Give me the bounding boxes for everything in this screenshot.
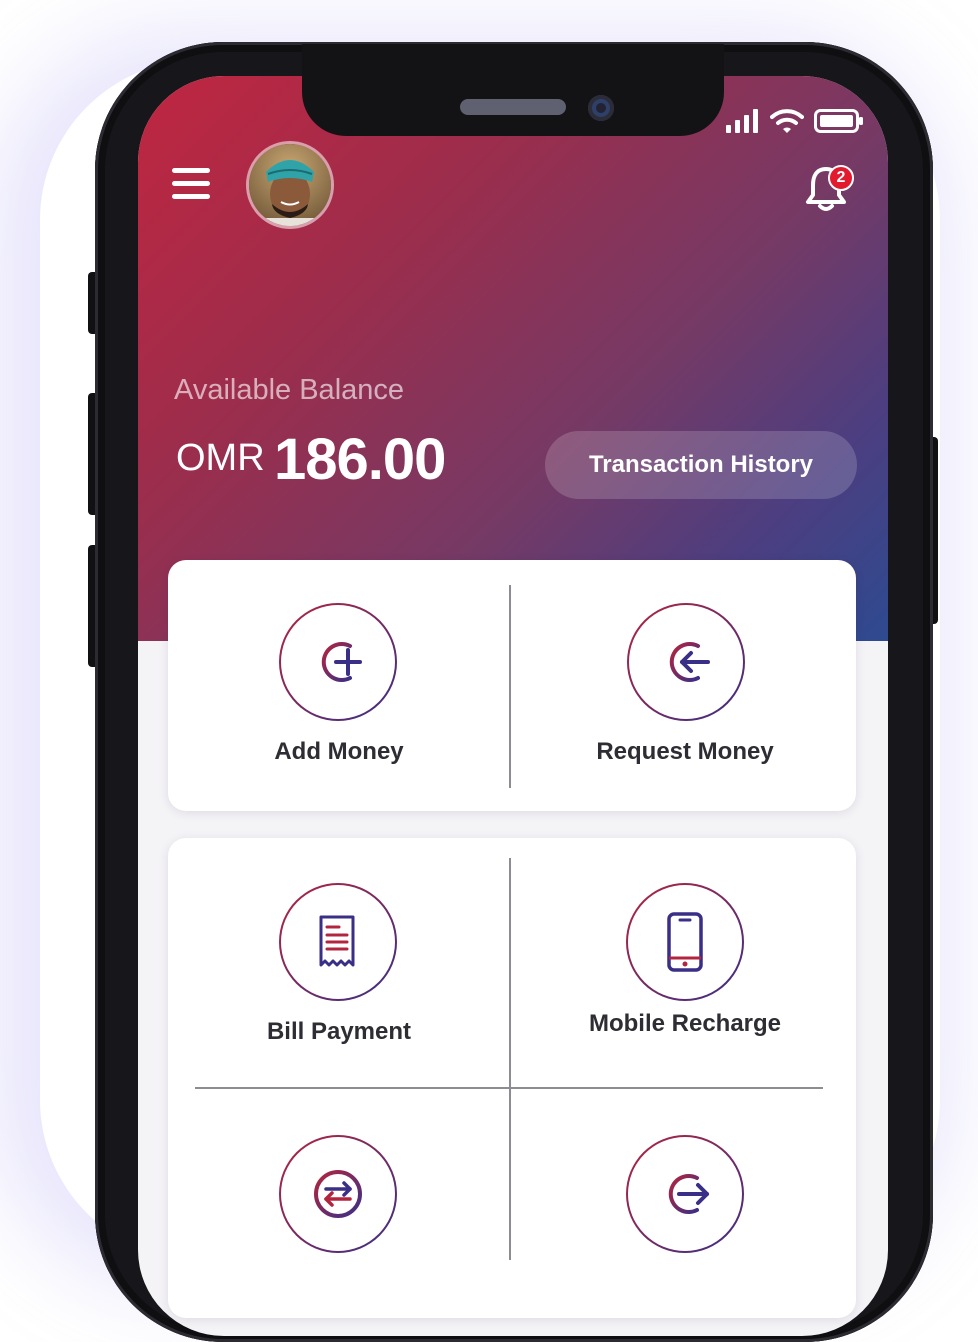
signal-icon [726, 109, 758, 133]
bill-icon [279, 883, 397, 1001]
send-money-icon [626, 1135, 744, 1253]
mobile-phone-icon [626, 883, 744, 1001]
notch [302, 44, 724, 136]
services-divider-vertical [509, 858, 511, 1260]
front-camera [588, 95, 614, 121]
battery-icon [814, 109, 863, 133]
transaction-history-button[interactable]: Transaction History [545, 431, 857, 499]
add-money-label: Add Money [274, 738, 404, 765]
notification-badge: 2 [828, 165, 854, 191]
wifi-icon [770, 109, 804, 133]
request-money-label: Request Money [596, 738, 774, 765]
status-bar [726, 108, 864, 134]
hamburger-menu-icon[interactable] [172, 168, 214, 204]
mobile-recharge-label: Mobile Recharge [588, 1010, 782, 1037]
request-money-icon [627, 603, 745, 721]
balance-amount: 186.00 [274, 427, 446, 492]
transfer-arrows-icon [279, 1135, 397, 1253]
card-divider-vertical [509, 585, 511, 788]
user-avatar[interactable] [246, 141, 334, 229]
avatar-image [249, 144, 331, 226]
bill-payment-label: Bill Payment [266, 1018, 412, 1045]
balance-label: Available Balance [174, 374, 405, 406]
header-gradient [138, 76, 888, 641]
services-divider-horizontal [195, 1087, 823, 1089]
balance-currency: OMR [176, 437, 265, 479]
add-money-icon [279, 603, 397, 721]
earpiece-speaker [460, 99, 566, 115]
